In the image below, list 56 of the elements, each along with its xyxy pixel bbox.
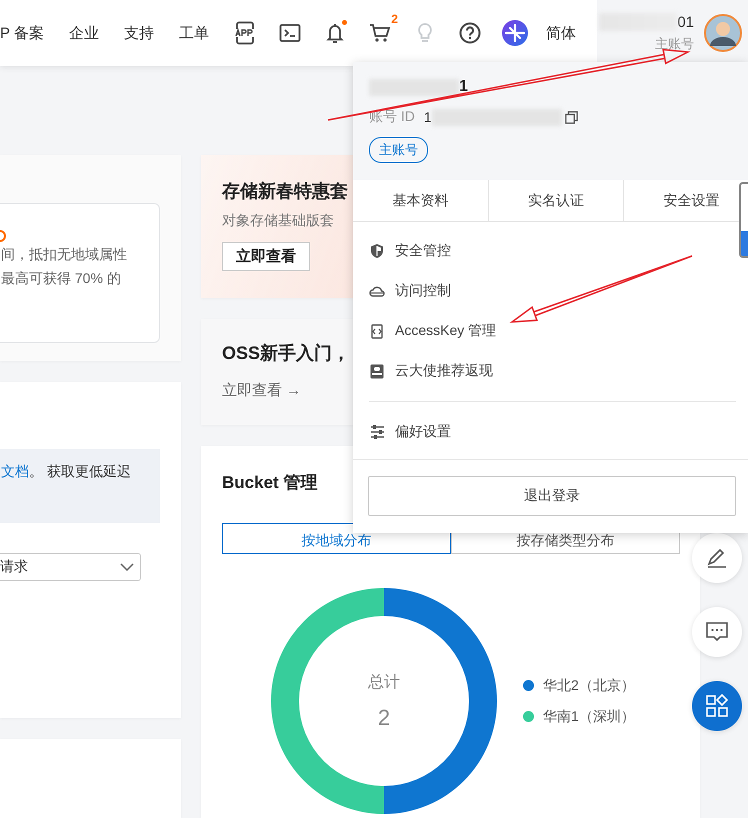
promo-subtitle: 对象存储基础版套 bbox=[222, 212, 334, 230]
copy-icon[interactable] bbox=[564, 110, 578, 124]
menu-item[interactable]: 偏好设置 bbox=[353, 412, 461, 452]
logo-icon bbox=[502, 20, 528, 46]
nav-link[interactable]: P 备案 bbox=[0, 24, 44, 42]
scrollbar-thumb[interactable] bbox=[739, 182, 748, 258]
offer-text: 最高可获得 70% 的 bbox=[1, 269, 121, 288]
account-name: 1 bbox=[459, 78, 468, 96]
role-badge: 主账号 bbox=[369, 137, 428, 163]
help-icon bbox=[459, 22, 482, 44]
request-select[interactable]: 请求 bbox=[0, 552, 141, 581]
badge-icon bbox=[370, 364, 384, 378]
avatar bbox=[704, 14, 742, 52]
offer-icon bbox=[0, 230, 6, 242]
key-icon bbox=[371, 324, 383, 338]
tip-text: 文档。 获取更低延迟 bbox=[1, 462, 131, 479]
account-role: 主账号 bbox=[655, 35, 694, 53]
offer-text: 间，抵扣无地域属性 bbox=[1, 245, 127, 264]
bell-icon bbox=[326, 22, 344, 44]
cart-count: 2 bbox=[391, 12, 398, 26]
shield-icon bbox=[370, 243, 384, 259]
total-value: 2 bbox=[378, 704, 390, 731]
view-now-link[interactable]: 立即查看 → bbox=[222, 380, 302, 400]
total-label: 总计 bbox=[368, 672, 400, 693]
logout-button[interactable]: 退出登录 bbox=[368, 476, 736, 516]
doc-link[interactable]: 文档 bbox=[1, 462, 29, 479]
edit-icon bbox=[705, 546, 729, 570]
sliders-icon bbox=[370, 425, 384, 439]
bucket-title: Bucket 管理 bbox=[222, 472, 318, 494]
language-link[interactable]: 简体 bbox=[546, 24, 576, 42]
menu-item[interactable]: 安全管控 bbox=[353, 231, 461, 271]
edit-button[interactable] bbox=[692, 533, 742, 583]
legend-label: 华南1（深圳） bbox=[543, 708, 635, 726]
menu-tab[interactable]: 基本资料 bbox=[353, 180, 489, 221]
menu-item[interactable]: 访问控制 bbox=[353, 271, 461, 311]
promo-title: 存储新春特惠套 bbox=[222, 180, 348, 203]
notification-button[interactable] bbox=[326, 22, 344, 44]
legend-label: 华北2（北京） bbox=[543, 676, 635, 695]
terminal-icon bbox=[279, 23, 302, 43]
app-icon bbox=[234, 21, 256, 45]
apps-button[interactable] bbox=[692, 681, 742, 731]
view-now-button[interactable]: 立即查看 bbox=[222, 242, 310, 271]
apps-icon bbox=[705, 694, 729, 718]
cloud-icon bbox=[369, 285, 385, 297]
nav-link[interactable]: 工单 bbox=[178, 24, 209, 42]
account-name: 01 bbox=[677, 14, 694, 30]
menu-item[interactable]: 云大使推荐返现 bbox=[353, 351, 503, 391]
menu-item[interactable]: AccessKey 管理 bbox=[353, 311, 506, 351]
chevron-down-icon bbox=[120, 562, 134, 571]
chat-button[interactable] bbox=[692, 607, 742, 657]
nav-link[interactable]: 企业 bbox=[68, 24, 99, 42]
nav-link[interactable]: 支持 bbox=[124, 24, 154, 42]
guide-title: OSS新手入门， bbox=[222, 342, 350, 365]
account-id: 1 bbox=[424, 109, 432, 125]
chat-icon bbox=[705, 621, 729, 643]
cart-icon bbox=[369, 23, 392, 43]
